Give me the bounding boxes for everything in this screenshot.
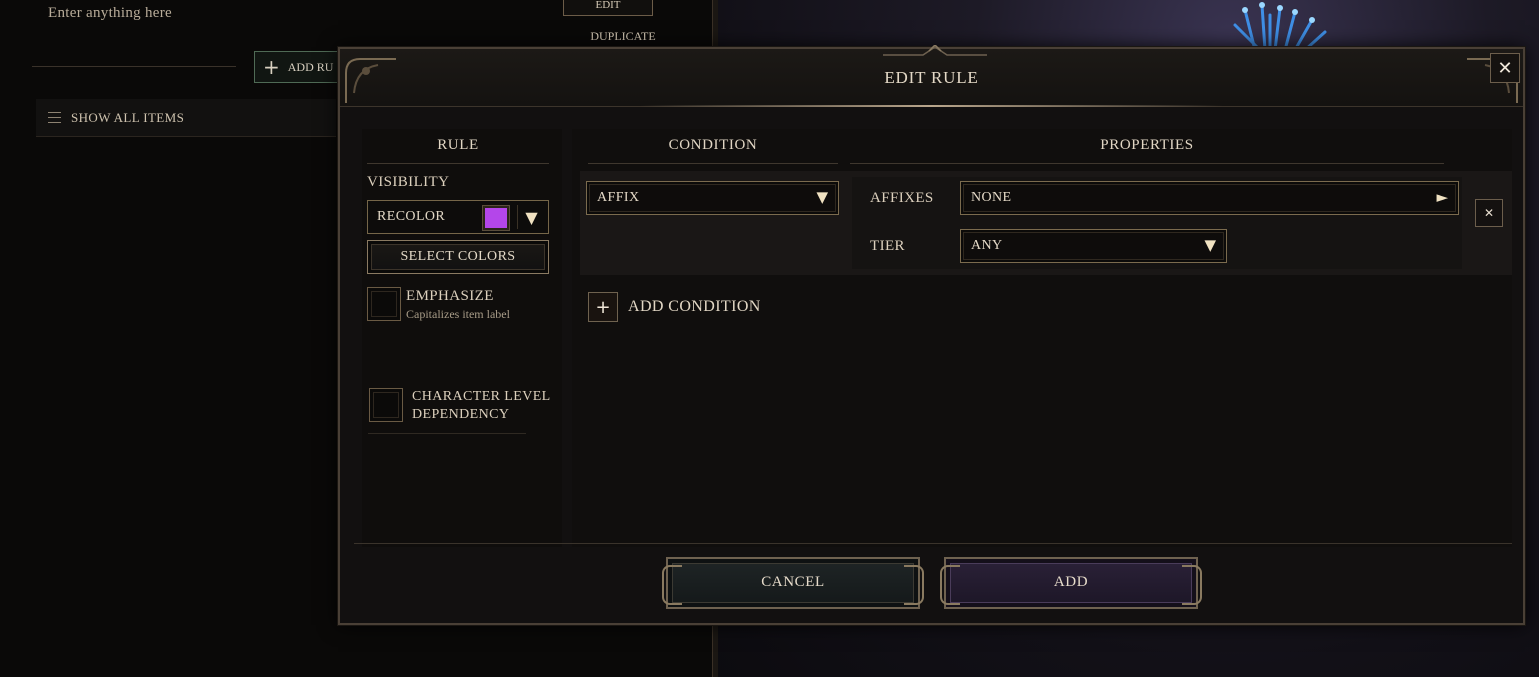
rule-column (362, 129, 562, 547)
show-all-items-row[interactable]: SHOW ALL ITEMS (36, 99, 336, 137)
close-icon: ✕ (1497, 57, 1513, 79)
header-ornament-icon (883, 45, 987, 56)
rule-heading: RULE (437, 137, 479, 153)
chevron-down-icon: ▼ (517, 205, 545, 229)
remove-condition-button[interactable]: ✕ (1475, 199, 1503, 227)
add-rule-label: ADD RU (287, 59, 334, 74)
chevron-down-icon: ▼ (1204, 236, 1216, 254)
add-button[interactable]: ADD (940, 557, 1202, 609)
close-button[interactable]: ✕ (1490, 53, 1520, 83)
affixes-selector[interactable]: NONE ► (960, 181, 1459, 215)
character-level-line-2: DEPENDENCY (412, 407, 510, 422)
tier-label: TIER (870, 238, 905, 254)
affixes-value: NONE (971, 190, 1012, 205)
condition-heading: CONDITION (668, 137, 758, 153)
header-glow (640, 105, 1223, 107)
character-level-checkbox[interactable] (369, 388, 403, 422)
select-colors-button[interactable]: SELECT COLORS (367, 240, 549, 274)
emphasize-description: Capitalizes item label (406, 307, 510, 321)
visibility-label: VISIBILITY (367, 174, 450, 190)
divider (32, 66, 236, 67)
affixes-label: AFFIXES (870, 190, 934, 206)
visibility-value: RECOLOR (377, 209, 446, 224)
description-input[interactable]: Enter anything here (48, 5, 172, 22)
add-condition-button[interactable]: + (588, 292, 618, 322)
dialog-title: EDIT RULE (884, 68, 979, 87)
color-swatch[interactable] (482, 205, 510, 231)
plus-icon: + (263, 55, 280, 79)
visibility-dropdown[interactable]: RECOLOR ▼ (367, 200, 549, 234)
drag-handle-icon (48, 112, 61, 123)
edit-button[interactable]: EDIT (563, 0, 653, 16)
divider (850, 163, 1444, 164)
tier-dropdown[interactable]: ANY ▼ (960, 229, 1227, 263)
chevron-down-icon: ▼ (816, 188, 828, 206)
tier-value: ANY (971, 238, 1003, 253)
arrow-right-icon: ► (1436, 188, 1448, 206)
condition-type-value: AFFIX (597, 190, 640, 205)
plus-icon: + (595, 296, 611, 318)
emphasize-checkbox[interactable] (367, 287, 401, 321)
condition-type-dropdown[interactable]: AFFIX ▼ (586, 181, 839, 215)
show-all-items-label: SHOW ALL ITEMS (71, 109, 185, 125)
character-level-line-1: CHARACTER LEVEL (412, 389, 551, 404)
cancel-button[interactable]: CANCEL (662, 557, 924, 609)
add-condition-label[interactable]: ADD CONDITION (628, 298, 761, 316)
divider (354, 543, 1512, 544)
edit-rule-dialog: EDIT RULE ✕ RULE CONDITION PROPERTIES VI… (338, 45, 1525, 625)
duplicate-button[interactable]: DUPLICATE (570, 29, 676, 44)
divider (367, 163, 549, 164)
properties-heading: PROPERTIES (1100, 137, 1194, 153)
emphasize-label: EMPHASIZE (406, 288, 494, 304)
close-icon: ✕ (1483, 206, 1495, 220)
divider (588, 163, 838, 164)
dialog-header: EDIT RULE ✕ (340, 45, 1523, 107)
divider (368, 433, 526, 434)
character-level-label: CHARACTER LEVEL DEPENDENCY (412, 388, 562, 424)
